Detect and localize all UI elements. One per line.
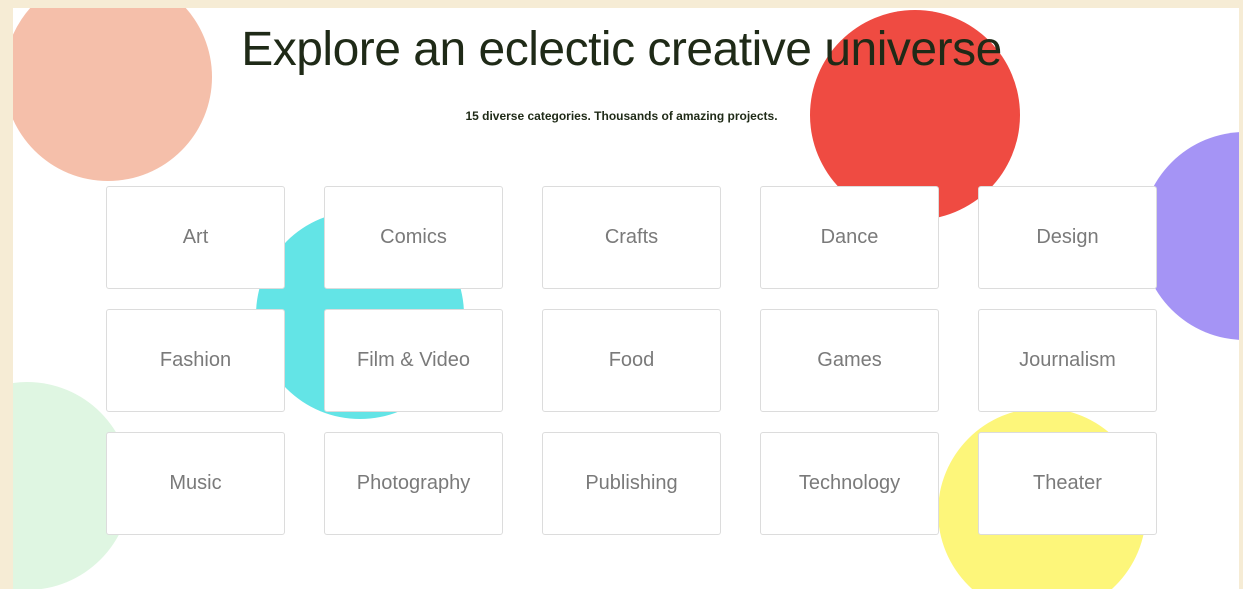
page-title: Explore an eclectic creative universe <box>241 23 1002 76</box>
category-label: Music <box>169 472 222 494</box>
category-label: Crafts <box>604 226 659 248</box>
category-label: Art <box>182 226 209 248</box>
category-tile-music[interactable]: Music <box>106 432 285 535</box>
category-tile-art[interactable]: Art <box>106 186 285 289</box>
category-tile-design[interactable]: Design <box>978 186 1157 289</box>
category-label: Publishing <box>585 472 678 494</box>
category-tile-games[interactable]: Games <box>760 309 939 412</box>
category-tile-film-video[interactable]: Film & Video <box>324 309 503 412</box>
category-grid: Art Comics Crafts Dance Design Fashion F… <box>106 186 1157 535</box>
category-tile-journalism[interactable]: Journalism <box>978 309 1157 412</box>
category-tile-fashion[interactable]: Fashion <box>106 309 285 412</box>
category-tile-food[interactable]: Food <box>542 309 721 412</box>
category-tile-crafts[interactable]: Crafts <box>542 186 721 289</box>
category-label: Theater <box>1033 472 1102 494</box>
category-label: Journalism <box>1019 349 1116 371</box>
category-label: Comics <box>380 226 447 248</box>
category-label: Dance <box>820 226 879 248</box>
category-tile-technology[interactable]: Technology <box>760 432 939 535</box>
category-label: Food <box>608 349 655 371</box>
page-subtitle: 15 diverse categories. Thousands of amaz… <box>465 109 778 123</box>
category-label: Photography <box>356 472 471 494</box>
category-label: Design <box>1036 226 1099 248</box>
category-label: Film & Video <box>356 349 470 371</box>
category-tile-photography[interactable]: Photography <box>324 432 503 535</box>
category-tile-publishing[interactable]: Publishing <box>542 432 721 535</box>
category-tile-dance[interactable]: Dance <box>760 186 939 289</box>
category-label: Fashion <box>159 349 232 371</box>
category-tile-comics[interactable]: Comics <box>324 186 503 289</box>
category-label: Games <box>817 349 882 371</box>
category-tile-theater[interactable]: Theater <box>978 432 1157 535</box>
category-label: Technology <box>798 472 901 494</box>
